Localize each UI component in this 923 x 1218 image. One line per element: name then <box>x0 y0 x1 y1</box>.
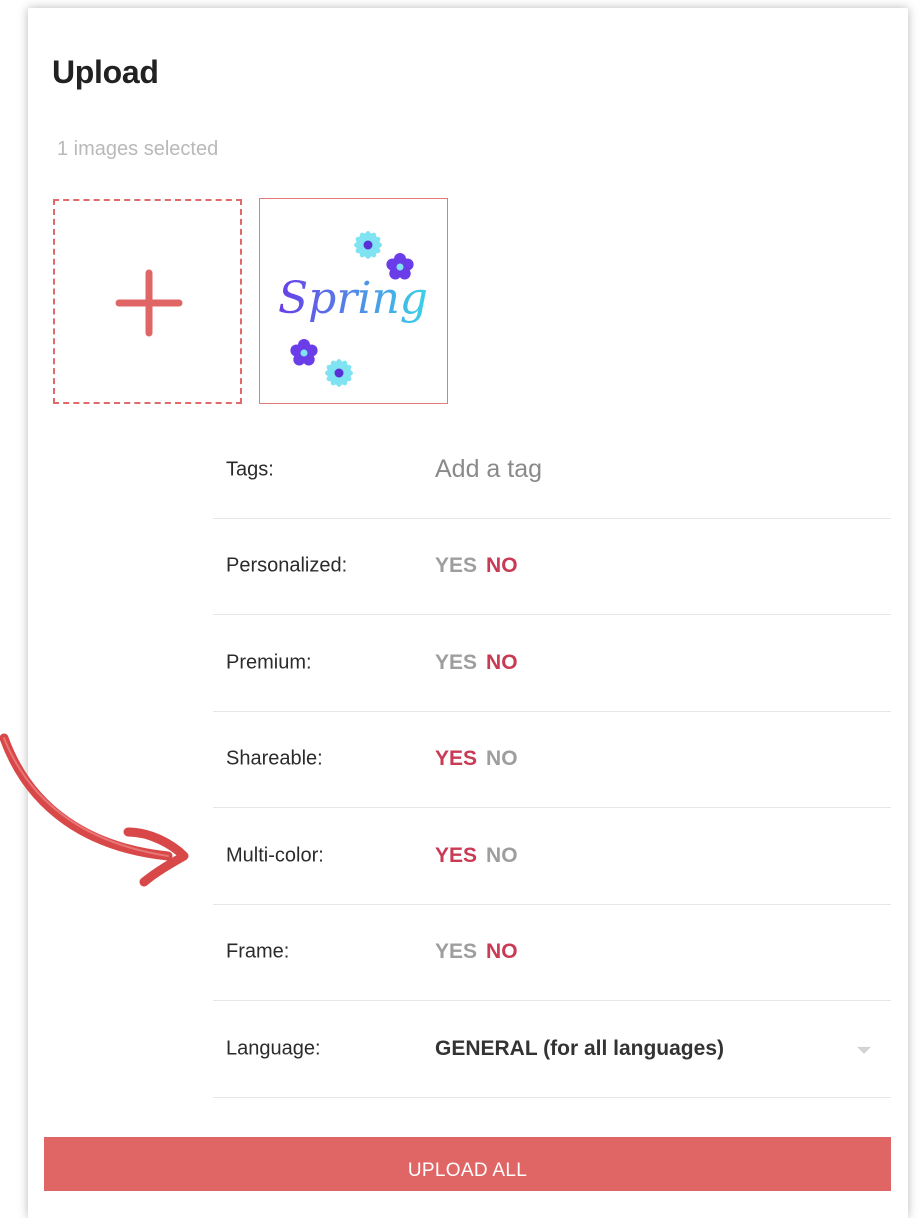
shareable-row: Shareable: YES NO <box>213 711 891 808</box>
curved-arrow-icon <box>0 733 189 887</box>
shareable-yes-option[interactable]: YES <box>435 747 477 770</box>
shareable-no-option[interactable]: NO <box>486 747 518 770</box>
tag-input[interactable] <box>435 444 855 494</box>
frame-label: Frame: <box>226 940 290 963</box>
multicolor-row: Multi-color: YES NO <box>213 808 891 905</box>
upload-all-button[interactable]: UPLOAD ALL <box>44 1137 891 1191</box>
premium-label: Premium: <box>226 651 312 674</box>
personalized-no-option[interactable]: NO <box>486 554 518 577</box>
frame-yes-option[interactable]: YES <box>435 940 477 963</box>
tags-label: Tags: <box>226 458 274 481</box>
premium-no-option[interactable]: NO <box>486 651 518 674</box>
frame-row: Frame: YES NO <box>213 904 891 1001</box>
flower-icon <box>290 339 318 366</box>
flower-icon <box>325 359 353 387</box>
selection-count: 1 images selected <box>57 138 219 160</box>
plus-icon <box>115 269 183 337</box>
tags-row: Tags: <box>213 422 891 519</box>
premium-row: Premium: YES NO <box>213 615 891 712</box>
frame-no-option[interactable]: NO <box>486 940 518 963</box>
personalized-yes-option[interactable]: YES <box>435 554 477 577</box>
shareable-label: Shareable: <box>226 747 323 770</box>
language-row: Language: GENERAL (for all languages) <box>213 1001 891 1098</box>
language-select[interactable]: GENERAL (for all languages) <box>435 1037 724 1061</box>
personalized-label: Personalized: <box>226 554 348 577</box>
premium-yes-option[interactable]: YES <box>435 651 477 674</box>
page-title: Upload <box>52 54 159 90</box>
shareable-toggle: YES NO <box>435 747 518 771</box>
multicolor-label: Multi-color: <box>226 844 324 867</box>
multicolor-yes-option[interactable]: YES <box>435 844 477 867</box>
multicolor-no-option[interactable]: NO <box>486 844 518 867</box>
flower-icon <box>354 231 382 259</box>
premium-toggle: YES NO <box>435 651 518 675</box>
personalized-row: Personalized: YES NO <box>213 518 891 615</box>
language-label: Language: <box>226 1037 321 1060</box>
frame-toggle: YES NO <box>435 940 518 964</box>
spring-text: Spring <box>278 273 428 324</box>
personalized-toggle: YES NO <box>435 554 518 578</box>
add-image-button[interactable] <box>53 199 242 404</box>
chevron-down-icon[interactable] <box>857 1046 871 1054</box>
multicolor-toggle: YES NO <box>435 844 518 868</box>
image-thumbnail[interactable]: Spring <box>259 198 448 404</box>
spring-thumbnail-image: Spring <box>278 231 428 387</box>
